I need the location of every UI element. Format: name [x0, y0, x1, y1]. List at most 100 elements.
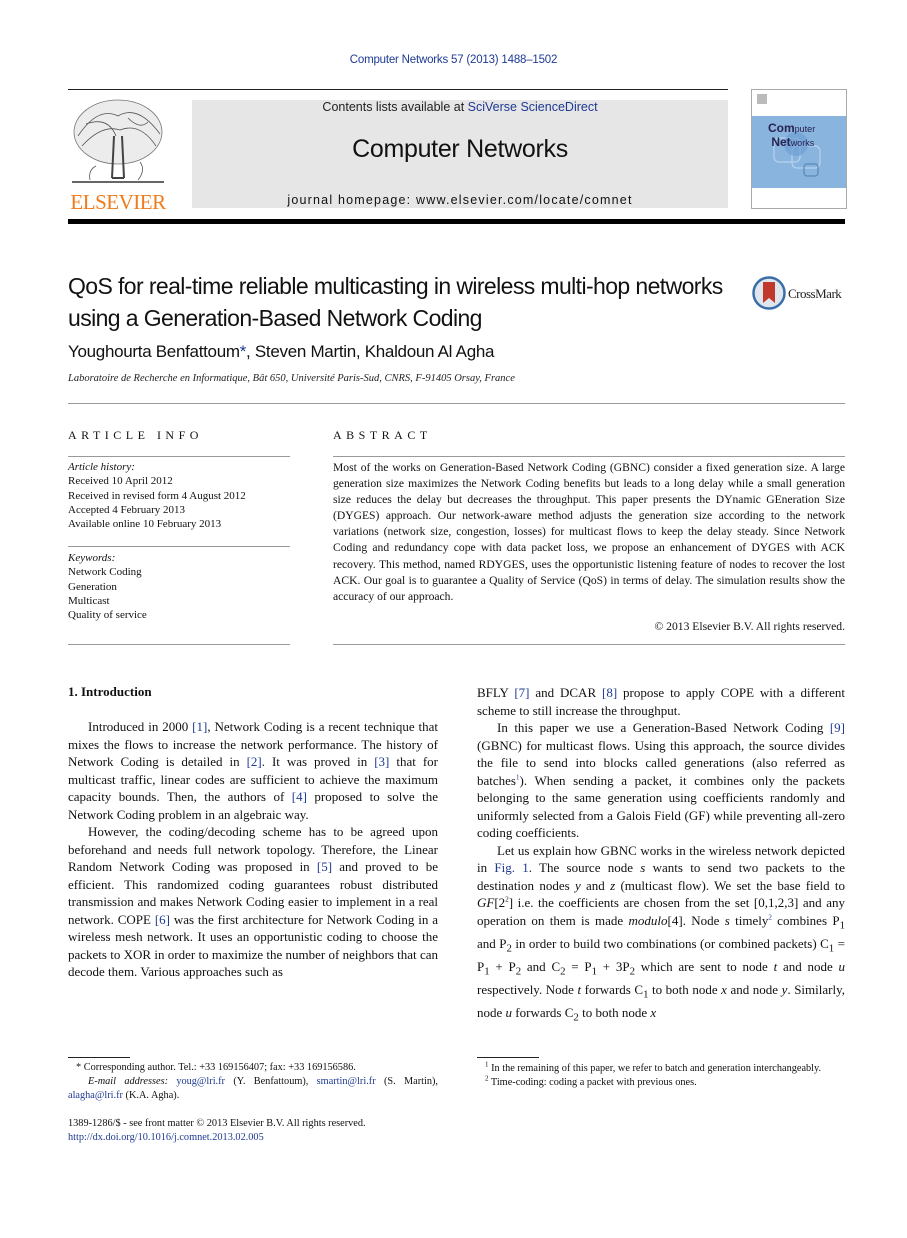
abstract-heading: ABSTRACT	[333, 428, 432, 442]
cover-publisher-mark	[757, 94, 767, 104]
email-owner: (S. Martin),	[375, 1076, 439, 1087]
footnote-2-text: Time-coding: coding a packet with previo…	[490, 1077, 697, 1088]
text: . It was proved in	[261, 754, 375, 769]
math-var: x	[650, 1004, 657, 1020]
article-info-bottom-rule	[68, 644, 290, 645]
footnotes-left: * Corresponding author. Tel.: +33 169156…	[68, 1061, 438, 1145]
crossmark-icon	[752, 276, 786, 310]
ref-6-link[interactable]: [6]	[155, 912, 170, 927]
email-owner: (Y. Benfattoum),	[225, 1076, 317, 1087]
corresponding-author-note: * Corresponding author. Tel.: +33 169156…	[76, 1062, 356, 1073]
cover-title-works: works	[790, 138, 815, 148]
crossmark-label: CrossMark	[788, 286, 842, 301]
crossmark-badge[interactable]: CrossMark	[752, 276, 852, 312]
cover-title-com: Com	[768, 121, 795, 135]
intro-paragraph-5: Let us explain how GBNC works in the wir…	[477, 842, 845, 1027]
history-label: Article history:	[68, 461, 135, 473]
cover-title: Computer Networks	[768, 122, 815, 150]
footnote-1-text: In the remaining of this paper, we refer…	[491, 1063, 822, 1074]
history-item: Received 10 April 2012	[68, 475, 173, 488]
doi-link[interactable]: http://dx.doi.org/10.1016/j.comnet.2013.…	[68, 1131, 438, 1145]
text: [4]. Node	[667, 912, 725, 928]
math-var: GF	[477, 895, 495, 910]
text: [2	[494, 895, 506, 910]
abstract-text: Most of the works on Generation-Based Ne…	[333, 461, 845, 603]
ref-8-link[interactable]: [8]	[602, 685, 617, 700]
math-sub: 1	[839, 919, 845, 932]
email-label: E-mail addresses:	[88, 1076, 168, 1087]
text: (multicast flow). We set the base field …	[615, 877, 845, 893]
author-1[interactable]: Youghourta Benfattoum	[68, 342, 240, 361]
affiliation-rule	[68, 403, 845, 404]
footnote-rule-left	[68, 1057, 130, 1058]
intro-paragraph-2: However, the coding/decoding scheme has …	[68, 823, 438, 981]
keywords: Keywords: Network Coding Generation Mult…	[68, 551, 290, 622]
intro-paragraph-1: Introduced in 2000 [1], Network Coding i…	[68, 718, 438, 823]
text: and DCAR	[529, 685, 602, 700]
journal-title: Computer Networks	[352, 135, 568, 163]
body-left-column: Introduced in 2000 [1], Network Coding i…	[68, 718, 438, 981]
keyword: Quality of service	[68, 609, 147, 622]
email-owner: (K.A. Agha).	[122, 1090, 180, 1101]
journal-cover-thumbnail[interactable]: Computer Networks	[751, 89, 847, 209]
text: ). When sending a packet, it combines on…	[477, 772, 845, 841]
keyword: Generation	[68, 580, 117, 593]
abstract-copyright: © 2013 Elsevier B.V. All rights reserved…	[654, 620, 845, 633]
text: = P	[565, 958, 592, 974]
journal-homepage[interactable]: journal homepage: www.elsevier.com/locat…	[192, 193, 728, 207]
text: and node	[726, 981, 782, 997]
text: to both node	[648, 981, 722, 997]
ref-2-link[interactable]: [2]	[247, 754, 262, 769]
intro-paragraph-4: In this paper we use a Generation-Based …	[477, 719, 845, 842]
author-list: Youghourta Benfattoum*, Steven Martin, K…	[68, 342, 494, 362]
body-right-column: BFLY [7] and DCAR [8] propose to apply C…	[477, 684, 845, 1027]
section-heading-introduction: 1. Introduction	[68, 684, 152, 699]
issn-note: 1389-1286/$ - see front matter © 2013 El…	[68, 1118, 366, 1129]
elsevier-wordmark[interactable]: ELSEVIER	[68, 190, 168, 215]
email-note: E-mail addresses: youg@lri.fr (Y. Benfat…	[68, 1075, 438, 1103]
ref-5-link[interactable]: [5]	[317, 859, 332, 874]
text: In this paper we use a Generation-Based …	[497, 720, 830, 735]
author-others: , Steven Martin, Khaldoun Al Agha	[246, 342, 495, 361]
fig-1-link[interactable]: Fig. 1	[494, 860, 528, 875]
text: BFLY	[477, 685, 515, 700]
email-link-agha[interactable]: alagha@lri.fr	[68, 1090, 123, 1101]
header-top-rule	[68, 89, 728, 90]
contents-line: Contents lists available at SciVerse Sci…	[192, 100, 728, 114]
ref-3-link[interactable]: [3]	[374, 754, 389, 769]
ref-7-link[interactable]: [7]	[514, 685, 529, 700]
keywords-rule	[68, 546, 290, 547]
history-item: Received in revised form 4 August 2012	[68, 489, 246, 502]
footnote-2: 2 Time-coding: coding a packet with prev…	[477, 1074, 845, 1090]
text: and P	[477, 935, 507, 951]
history-item: Accepted 4 February 2013	[68, 503, 185, 516]
contents-prefix: Contents lists available at	[322, 100, 468, 114]
keywords-label: Keywords:	[68, 552, 116, 564]
keyword: Network Coding	[68, 566, 142, 579]
article-info-heading: ARTICLE INFO	[68, 428, 203, 442]
text: . The source node	[528, 860, 641, 875]
ref-1-link[interactable]: [1]	[192, 719, 207, 734]
sciencedirect-link[interactable]: SciVerse ScienceDirect	[468, 100, 598, 114]
paper-title: QoS for real-time reliable multicasting …	[68, 273, 723, 331]
email-link-benfattoum[interactable]: youg@lri.fr	[176, 1076, 225, 1087]
math-var: u	[838, 958, 846, 974]
email-link-martin[interactable]: smartin@lri.fr	[317, 1076, 376, 1087]
footnote-2-number: 2	[485, 1074, 489, 1083]
text: forwards C	[512, 1004, 574, 1020]
text: and	[580, 877, 611, 893]
ref-9-link[interactable]: [9]	[830, 720, 845, 735]
text: which are sent to node	[635, 958, 774, 974]
article-history: Article history: Received 10 April 2012 …	[68, 460, 290, 531]
footnote-1: 1 In the remaining of this paper, we ref…	[477, 1061, 845, 1076]
math-var: modulo	[628, 912, 668, 928]
tree-icon	[72, 99, 164, 183]
ref-4-link[interactable]: [4]	[292, 789, 307, 804]
text: to both node	[578, 1004, 651, 1020]
article-info-rule	[68, 456, 290, 457]
abstract-bottom-rule	[333, 644, 845, 645]
intro-paragraph-3: BFLY [7] and DCAR [8] propose to apply C…	[477, 684, 845, 719]
journal-citation[interactable]: Computer Networks 57 (2013) 1488–1502	[0, 54, 907, 66]
header-thick-rule	[68, 219, 845, 224]
text: + P	[489, 958, 516, 974]
